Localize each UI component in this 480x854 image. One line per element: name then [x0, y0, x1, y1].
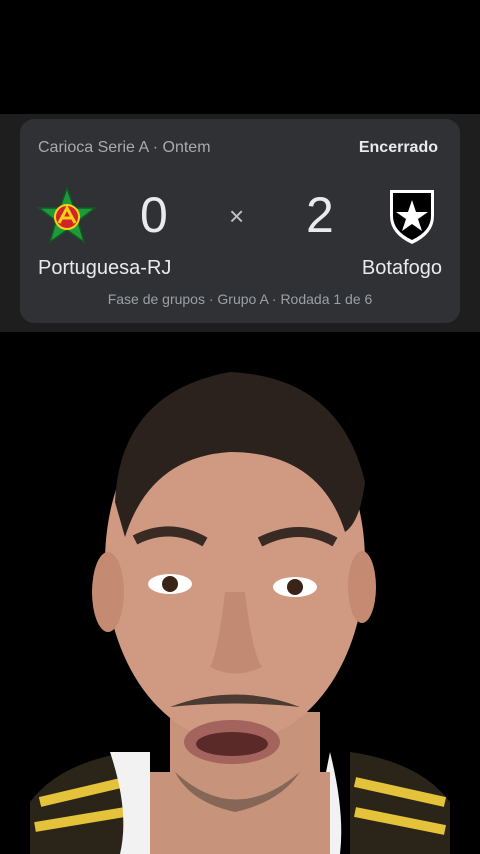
screen: Carioca Serie A · Ontem Encerrado 0 × 2 … [0, 0, 480, 854]
competition-stage: Fase de grupos · Grupo A · Rodada 1 de 6 [107, 291, 373, 307]
botafogo-crest-icon[interactable] [382, 186, 442, 246]
away-score: 2 [306, 187, 334, 243]
home-team-name[interactable]: Portuguesa-RJ [38, 257, 171, 280]
match-score-card[interactable]: Carioca Serie A · Ontem Encerrado 0 × 2 … [20, 119, 460, 323]
league-info: Carioca Serie A · Ontem [38, 139, 211, 156]
home-score: 0 [140, 187, 168, 243]
video-frame [0, 332, 480, 854]
person-illustration [30, 372, 450, 854]
portuguesa-crest-icon[interactable] [37, 186, 97, 246]
away-team-name[interactable]: Botafogo [362, 257, 442, 280]
match-status: Encerrado [358, 139, 438, 156]
score-separator: × [229, 201, 245, 231]
score-card-strip: Carioca Serie A · Ontem Encerrado 0 × 2 … [0, 114, 480, 332]
